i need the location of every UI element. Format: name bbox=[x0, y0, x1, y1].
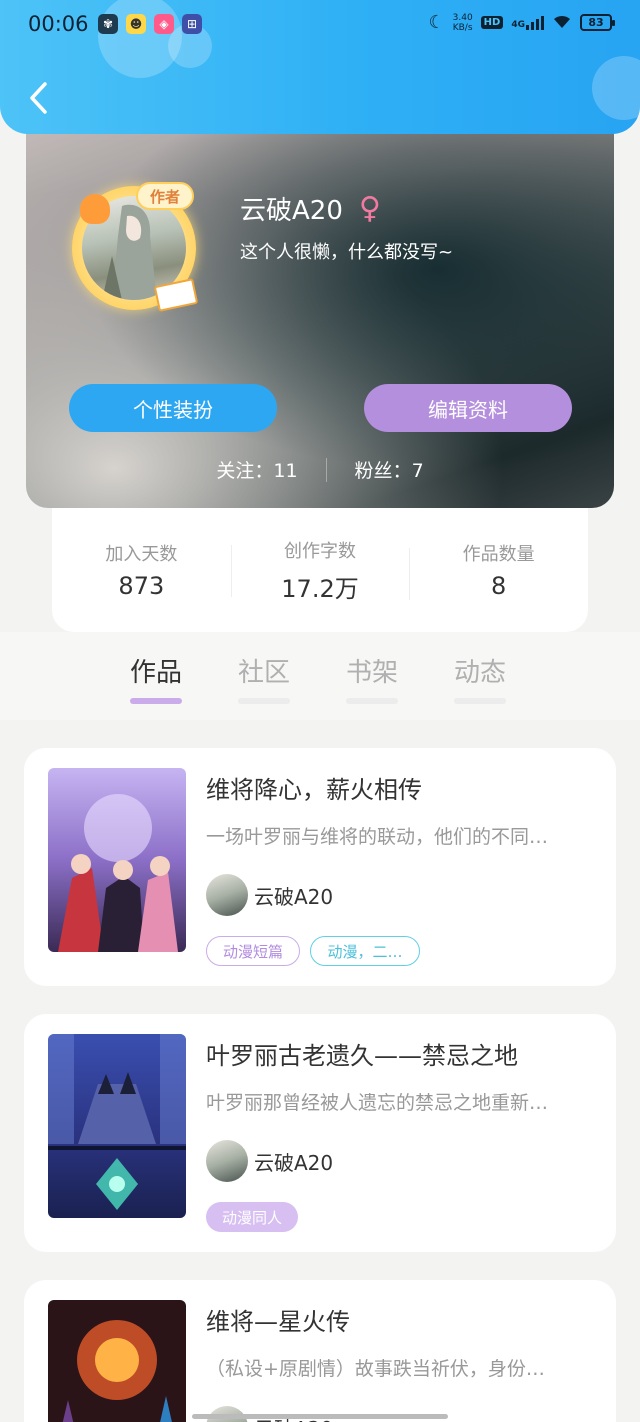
bell-decoration-icon bbox=[80, 194, 110, 224]
work-card[interactable]: 维将降心，薪火相传 一场叶罗丽与维将的联动，他们的不同… 云破A20 动漫短篇 … bbox=[24, 748, 616, 986]
work-description: （私设+原剧情）故事跌当祈伏，身份… bbox=[206, 1358, 545, 1380]
fans-count: 7 bbox=[411, 460, 424, 482]
work-tags: 动漫同人 bbox=[206, 1202, 299, 1232]
stat-work-count: 作品数量 8 bbox=[409, 540, 588, 600]
app-notification-icon: ✾ bbox=[98, 14, 118, 34]
divider bbox=[325, 457, 327, 482]
tab-bar: 作品 社区 书架 动态 bbox=[0, 632, 640, 720]
cellular-signal: 4G bbox=[511, 15, 544, 30]
tab-indicator bbox=[454, 698, 506, 704]
following-link[interactable]: 关注：11 bbox=[216, 456, 297, 483]
tab-label: 社区 bbox=[237, 658, 290, 688]
stat-value: 8 bbox=[491, 572, 507, 600]
work-title: 叶罗丽古老遗久——禁忌之地 bbox=[206, 1042, 518, 1070]
edit-profile-button[interactable]: 编辑资料 bbox=[364, 384, 572, 432]
app-notification-icon: ⊞ bbox=[182, 14, 202, 34]
tab-bookshelf[interactable]: 书架 bbox=[344, 652, 400, 704]
work-description: 叶罗丽那曾经被人遗忘的禁忌之地重新… bbox=[206, 1092, 549, 1114]
chevron-left-icon bbox=[30, 82, 47, 114]
work-tag: 动漫短篇 bbox=[206, 936, 301, 966]
user-bio: 这个人很懒，什么都没写~ bbox=[240, 242, 454, 263]
stat-label: 加入天数 bbox=[105, 544, 178, 565]
tab-label: 作品 bbox=[129, 658, 182, 688]
work-title: 维将降心，薪火相传 bbox=[206, 776, 422, 804]
dressup-button[interactable]: 个性装扮 bbox=[69, 384, 277, 432]
hd-icon: HD bbox=[480, 16, 504, 29]
avatar[interactable]: 作者 bbox=[66, 172, 206, 312]
signal-bars-icon bbox=[526, 15, 544, 30]
author-avatar bbox=[206, 1140, 248, 1182]
back-button[interactable] bbox=[18, 78, 58, 118]
tab-indicator bbox=[130, 698, 182, 704]
username-row: 云破A20 ♀ bbox=[240, 190, 381, 227]
battery-icon: 83 bbox=[580, 14, 615, 31]
network-type: 4G bbox=[511, 19, 525, 30]
username: 云破A20 bbox=[240, 196, 343, 226]
net-speed-value: 3.40 bbox=[452, 12, 473, 23]
author-name: 云破A20 bbox=[254, 884, 334, 909]
author-badge: 作者 bbox=[136, 182, 194, 210]
tab-indicator bbox=[346, 698, 398, 704]
female-icon: ♀ bbox=[358, 191, 381, 226]
profile-card: 作者 云破A20 ♀ 这个人很懒，什么都没写~ 个性装扮 编辑资料 关注：11 … bbox=[26, 110, 614, 508]
decorative-bubble bbox=[592, 56, 640, 120]
status-time: 00:06 bbox=[28, 12, 89, 36]
work-tags: 动漫短篇 动漫，二… bbox=[206, 936, 421, 966]
work-author: 云破A20 bbox=[206, 874, 333, 916]
work-cover-image bbox=[48, 1034, 186, 1218]
stat-label: 创作字数 bbox=[284, 540, 356, 562]
following-label: 关注： bbox=[216, 460, 274, 482]
app-notification-icon: ◈ bbox=[154, 14, 174, 34]
work-card[interactable]: 维将—星火传 （私设+原剧情）故事跌当祈伏，身份… 云破A20 bbox=[24, 1280, 616, 1422]
stat-word-count: 创作字数 17.2万 bbox=[230, 537, 410, 604]
fans-label: 粉丝： bbox=[354, 460, 412, 482]
author-name: 云破A20 bbox=[254, 1150, 334, 1175]
work-author: 云破A20 bbox=[206, 1140, 333, 1182]
author-avatar bbox=[206, 874, 248, 916]
work-card[interactable]: 叶罗丽古老遗久——禁忌之地 叶罗丽那曾经被人遗忘的禁忌之地重新… 云破A20 动… bbox=[24, 1014, 616, 1252]
tab-label: 动态 bbox=[453, 658, 506, 688]
tab-label: 书架 bbox=[345, 658, 398, 688]
net-speed-unit: KB/s bbox=[452, 22, 473, 33]
follow-stats: 关注：11 粉丝：7 bbox=[26, 456, 614, 483]
work-title: 维将—星火传 bbox=[206, 1308, 350, 1336]
tab-indicator bbox=[238, 698, 290, 704]
stat-value: 873 bbox=[118, 572, 165, 600]
tab-activity[interactable]: 动态 bbox=[452, 652, 508, 704]
stat-value: 17.2万 bbox=[281, 574, 359, 603]
app-notification-icon: ☻ bbox=[126, 14, 146, 34]
work-tag: 动漫同人 bbox=[206, 1202, 299, 1232]
net-speed: 3.40 KB/s bbox=[453, 13, 473, 33]
stat-label: 作品数量 bbox=[462, 544, 535, 565]
fans-link[interactable]: 粉丝：7 bbox=[355, 456, 424, 483]
status-indicators: ☾ 3.40 KB/s HD 4G 83 bbox=[428, 12, 615, 33]
battery-level: 83 bbox=[588, 16, 604, 29]
do-not-disturb-icon: ☾ bbox=[428, 12, 445, 33]
home-indicator[interactable] bbox=[192, 1414, 448, 1419]
work-cover-image bbox=[48, 1300, 186, 1422]
stat-join-days: 加入天数 873 bbox=[52, 540, 231, 600]
wifi-icon bbox=[552, 13, 572, 33]
work-cover-image bbox=[48, 768, 186, 952]
work-tag: 动漫，二… bbox=[310, 936, 421, 966]
header-bar: 00:06 ✾ ☻ ◈ ⊞ ☾ 3.40 KB/s HD 4G 83 bbox=[0, 0, 640, 134]
following-count: 11 bbox=[273, 460, 298, 482]
stats-panel: 加入天数 873 创作字数 17.2万 作品数量 8 bbox=[52, 508, 588, 632]
tab-works[interactable]: 作品 bbox=[128, 652, 184, 704]
work-description: 一场叶罗丽与维将的联动，他们的不同… bbox=[206, 826, 549, 848]
status-app-icons: ✾ ☻ ◈ ⊞ bbox=[98, 14, 202, 34]
tab-community[interactable]: 社区 bbox=[236, 652, 292, 704]
